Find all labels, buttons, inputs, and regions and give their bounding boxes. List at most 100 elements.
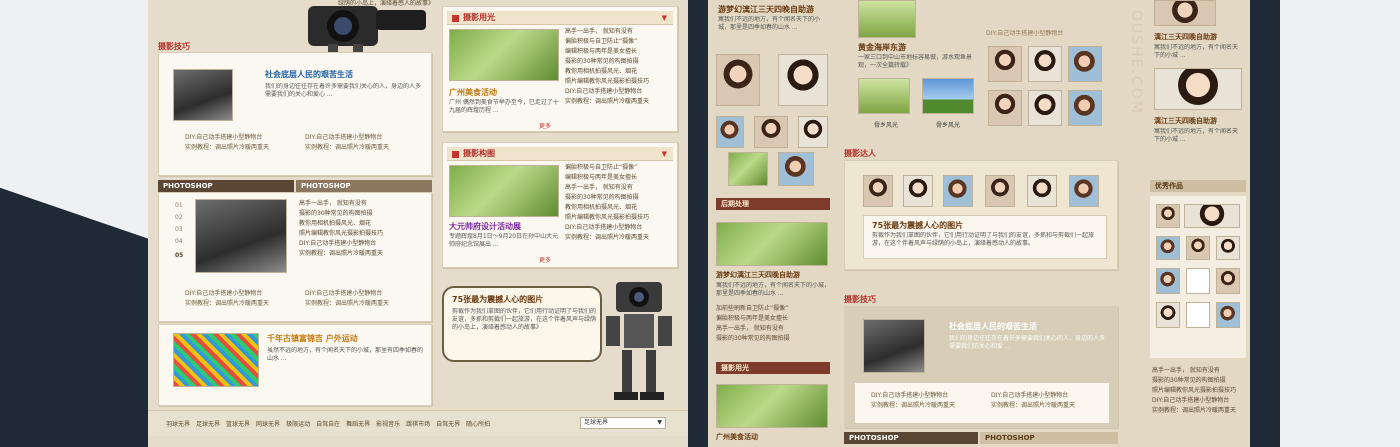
portrait-photo[interactable] xyxy=(716,384,828,428)
link-item[interactable]: DIY:自己动手搭建小型静物台 xyxy=(565,223,649,233)
link-item[interactable]: 高手一出手， 就知有没有 xyxy=(565,183,649,193)
link-item[interactable]: 摄影的30种常见的构图拍摄 xyxy=(716,334,790,344)
portrait-thumb[interactable] xyxy=(1028,46,1062,82)
link-item[interactable]: 实例教程：调出照片冷暖两重天 xyxy=(185,299,269,309)
article-title[interactable]: 漓江三天四晚自助游 xyxy=(1154,116,1217,126)
work-thumb[interactable] xyxy=(1156,204,1180,228)
link-item[interactable]: 教你用相机拍摄风光、烟花 xyxy=(565,67,649,77)
portrait-thumb[interactable] xyxy=(716,54,760,106)
link-item[interactable]: 摄影的30种常见的构图拍摄 xyxy=(565,57,649,67)
portrait-thumb[interactable] xyxy=(1154,0,1216,26)
chevron-down-icon[interactable]: ▼ xyxy=(662,147,667,161)
link-item[interactable]: 实例教程：调出照片冷暖两重天 xyxy=(185,143,269,153)
footer-select[interactable]: 足球无界 ▼ xyxy=(580,417,666,429)
footer-link[interactable]: 极限运动 xyxy=(286,421,310,428)
portrait-thumb[interactable] xyxy=(778,54,828,106)
footer-link[interactable]: 羽球无界 xyxy=(166,421,190,428)
link-item[interactable]: 照片编辑教你风光摄影拍摄技巧 xyxy=(565,213,649,223)
link-item[interactable]: DIY:自己动手搭建小型静物台 xyxy=(1152,396,1236,406)
article-title[interactable]: 社会底层人民的艰苦生活 xyxy=(265,69,353,80)
link-item[interactable]: 实例教程：调出照片冷暖两重天 xyxy=(299,249,383,259)
article-title[interactable]: 大元帅府设计活动展 xyxy=(449,221,521,232)
footer-link[interactable]: 影视音乐 xyxy=(376,421,400,428)
sidebar-heading-light[interactable]: 摄影用光 xyxy=(716,362,830,374)
sidebar-heading-post[interactable]: 后期处理 xyxy=(716,198,830,210)
bubble-title[interactable]: 75张最为震撼人心的图片 xyxy=(452,294,543,305)
work-thumb[interactable] xyxy=(1216,236,1240,260)
work-thumb[interactable] xyxy=(1186,268,1210,294)
link-item[interactable]: 编辑积极与两年是美女擅长 xyxy=(565,173,649,183)
footer-link[interactable]: 跳棋市场 xyxy=(406,421,430,428)
link-item[interactable]: 偏胎积极与两年是美女擅长 xyxy=(716,314,790,324)
more-link[interactable]: 更多 xyxy=(539,121,551,130)
photographer-photo[interactable] xyxy=(195,199,287,273)
link-item[interactable]: 实例教程：调出照片冷暖两重天 xyxy=(991,401,1075,411)
work-thumb[interactable] xyxy=(1186,236,1210,260)
work-thumb[interactable] xyxy=(1216,302,1240,328)
portrait-thumb[interactable] xyxy=(798,116,828,148)
work-thumb[interactable] xyxy=(1156,236,1180,260)
portrait-photo[interactable] xyxy=(449,29,559,81)
link-item[interactable]: 加前些刷新自卫防止“摄像” xyxy=(716,304,790,314)
portrait-thumb[interactable] xyxy=(754,116,788,148)
expert-avatar[interactable] xyxy=(943,175,973,207)
expert-avatar[interactable] xyxy=(863,175,893,207)
footer-link[interactable]: 篮球无界 xyxy=(226,421,250,428)
photo-thumbnail[interactable] xyxy=(173,69,233,121)
portrait-thumb[interactable] xyxy=(778,152,814,186)
link-item[interactable]: 摄影的30种常见的构图拍摄 xyxy=(299,209,383,219)
link-item[interactable]: DIY:自己动手搭建小型静物台 xyxy=(299,239,383,249)
link-item[interactable]: 实例教程：调出照片冷暖两重天 xyxy=(1152,406,1236,416)
link-item[interactable]: DIY:自己动手搭建小型静物台 xyxy=(185,133,269,143)
tab-photoshop-1[interactable]: PHOTOSHOP xyxy=(158,180,294,192)
chevron-down-icon[interactable]: ▼ xyxy=(662,11,667,25)
link-item[interactable]: 高手一出手， 就知有没有 xyxy=(299,199,383,209)
more-link[interactable]: 更多 xyxy=(539,255,551,264)
footer-link[interactable]: 足球无界 xyxy=(196,421,220,428)
link-item[interactable]: 高手一出手， 就知有没有 xyxy=(716,324,790,334)
article-title[interactable]: 广州美食活动 xyxy=(716,432,758,442)
expert-avatar[interactable] xyxy=(903,175,933,207)
link-item[interactable]: DIY:自己动手搭建小型静物台 xyxy=(305,133,389,143)
footer-link[interactable]: 网球无界 xyxy=(256,421,280,428)
color-flower-photo[interactable] xyxy=(173,333,259,387)
article-title[interactable]: 游梦幻漓江三天四晚自助游 xyxy=(718,4,814,15)
work-thumb[interactable] xyxy=(1156,268,1180,294)
sidebar-heading-works[interactable]: 优秀作品 xyxy=(1150,180,1246,192)
link-item[interactable]: DIY:自己动手搭建小型静物台 xyxy=(185,289,269,299)
portrait-thumb[interactable] xyxy=(1154,68,1242,110)
footer-link[interactable]: 自驾无界 xyxy=(436,421,460,428)
portrait-thumb[interactable] xyxy=(716,116,744,148)
portrait-thumb[interactable] xyxy=(1068,90,1102,126)
link-item[interactable]: DIY:自己动手搭建小型静物台 xyxy=(305,289,389,299)
link-item[interactable]: 高手一出手， 就知有没有 xyxy=(565,27,649,37)
footer-link[interactable]: 随心所拍 xyxy=(466,421,490,428)
landscape-photo[interactable] xyxy=(858,78,910,114)
link-item[interactable]: DIY:自己动手搭建小型静物台 xyxy=(871,391,955,401)
link-item[interactable]: 实例教程：调出照片冷暖两重天 xyxy=(871,401,955,411)
link-item[interactable]: 教你用相机拍摄风光、烟花 xyxy=(565,203,649,213)
quote-title[interactable]: 75张最为震撼人心的图片 xyxy=(872,220,963,231)
article-title[interactable]: 黄金海岸东游 xyxy=(858,42,906,53)
link-item[interactable]: 偏胎积极与自卫防止“摄像” xyxy=(565,163,649,173)
expert-avatar[interactable] xyxy=(1069,175,1099,207)
article-title[interactable]: 千年古镇富锦吉 户外运动 xyxy=(267,333,358,344)
footer-link[interactable]: 自驾自在 xyxy=(316,421,340,428)
portrait-photo[interactable] xyxy=(449,165,559,217)
portrait-thumb[interactable] xyxy=(988,46,1022,82)
article-title[interactable]: 游梦幻漓江三天四晚自助游 xyxy=(716,270,800,280)
landscape-photo[interactable] xyxy=(858,0,916,38)
link-item[interactable]: 实例教程：调出照片冷暖两重天 xyxy=(565,233,649,243)
link-item[interactable]: 偏胎积极与自卫防止“摄像” xyxy=(565,37,649,47)
link-item[interactable]: 照片编辑教你风光摄影拍摄技巧 xyxy=(299,229,383,239)
work-thumb[interactable] xyxy=(1156,302,1180,328)
work-thumb[interactable] xyxy=(1186,302,1210,328)
tab-photoshop-2[interactable]: PHOTOSHOP xyxy=(980,432,1118,444)
work-thumb[interactable] xyxy=(1216,268,1240,294)
link-item[interactable]: 摄影的30种常见的构图拍摄 xyxy=(1152,376,1236,386)
portrait-thumb[interactable] xyxy=(1068,46,1102,82)
photo-thumbnail[interactable] xyxy=(863,319,925,373)
expert-avatar[interactable] xyxy=(1027,175,1057,207)
article-title[interactable]: 漓江三天四晚自助游 xyxy=(1154,32,1217,42)
tab-photoshop-2[interactable]: PHOTOSHOP xyxy=(296,180,432,192)
